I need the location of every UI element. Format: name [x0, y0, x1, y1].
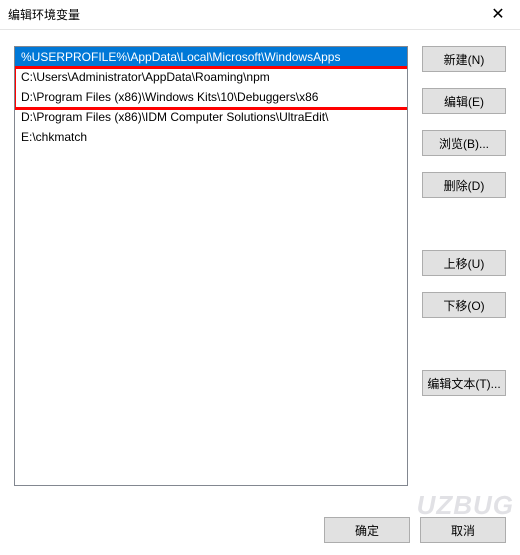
edit-button[interactable]: 编辑(E)	[422, 88, 506, 114]
list-item[interactable]: E:\chkmatch	[15, 127, 407, 147]
dialog-body: %USERPROFILE%\AppData\Local\Microsoft\Wi…	[0, 30, 520, 505]
edit-text-button[interactable]: 编辑文本(T)...	[422, 370, 506, 396]
move-up-button[interactable]: 上移(U)	[422, 250, 506, 276]
list-item[interactable]: %USERPROFILE%\AppData\Local\Microsoft\Wi…	[15, 47, 407, 67]
titlebar: 编辑环境变量 ✕	[0, 0, 520, 30]
list-item[interactable]: C:\Users\Administrator\AppData\Roaming\n…	[15, 67, 407, 87]
dialog-footer: 确定 取消	[324, 517, 506, 543]
close-icon[interactable]: ✕	[486, 7, 510, 23]
list-item[interactable]: D:\Program Files (x86)\IDM Computer Solu…	[15, 107, 407, 127]
move-down-button[interactable]: 下移(O)	[422, 292, 506, 318]
ok-button[interactable]: 确定	[324, 517, 410, 543]
new-button[interactable]: 新建(N)	[422, 46, 506, 72]
path-listbox[interactable]: %USERPROFILE%\AppData\Local\Microsoft\Wi…	[14, 46, 408, 486]
delete-button[interactable]: 删除(D)	[422, 172, 506, 198]
window-title: 编辑环境变量	[8, 6, 80, 23]
browse-button[interactable]: 浏览(B)...	[422, 130, 506, 156]
cancel-button[interactable]: 取消	[420, 517, 506, 543]
button-column: 新建(N) 编辑(E) 浏览(B)... 删除(D) 上移(U) 下移(O) 编…	[422, 46, 506, 505]
list-item[interactable]: D:\Program Files (x86)\Windows Kits\10\D…	[15, 87, 407, 107]
